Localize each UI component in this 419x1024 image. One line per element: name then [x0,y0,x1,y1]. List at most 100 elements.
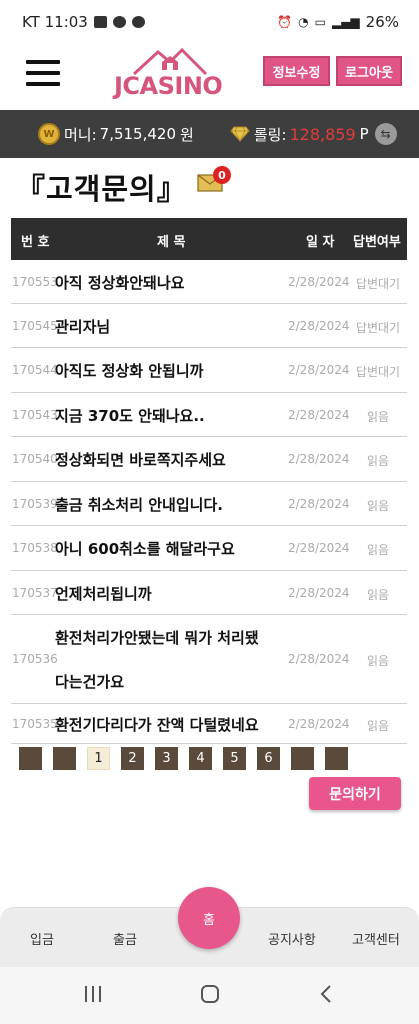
table-row[interactable]: 170535 환전기다리다가 잔액 다털렸네요 2/28/2024 읽음 [11,704,407,744]
row-date: 2/28/2024 [288,497,350,511]
battery-level: 26% [365,13,399,31]
row-status: 읽음 [366,719,390,733]
row-number: 170545 [12,319,58,333]
menu-icon[interactable] [26,60,62,88]
table-row[interactable]: 170539 출금 취소처리 안내입니다. 2/28/2024 읽음 [11,482,407,526]
logout-button[interactable]: 로그아웃 [336,56,402,86]
row-number: 170540 [12,452,58,466]
menu-icon-bar [26,71,60,75]
table-row[interactable]: 170536 환전처리가안됐는데 뭐가 처리됐 다는건가요 2/28/2024 … [11,615,407,704]
column-header-no: 번 호 [21,235,50,250]
table-row[interactable]: 170538 아니 600취소를 해달라구요 2/28/2024 읽음 [11,526,407,571]
row-number: 170535 [12,717,58,731]
unread-count-badge: 0 [213,166,231,184]
page-3[interactable]: 3 [155,747,178,770]
back-icon[interactable] [318,984,334,1004]
row-title[interactable]: 아니 600취소를 해달라구요 [55,538,235,559]
last-page-button[interactable] [325,747,348,770]
swap-icon[interactable]: ⇆ [374,123,397,145]
row-title-line1[interactable]: 환전처리가안됐는데 뭐가 처리됐 [55,627,259,648]
page-4[interactable]: 4 [189,747,212,770]
nav-home-button[interactable]: 홈 [178,887,240,949]
menu-icon-bar [26,82,60,86]
page-1[interactable]: 1 [87,747,110,770]
column-header-date: 일 자 [306,235,335,250]
row-date: 2/28/2024 [288,586,350,600]
row-number: 170544 [12,363,58,377]
row-title[interactable]: 아직도 정상화 안됩니까 [55,360,203,381]
money-value: 7,515,420 [99,125,176,143]
row-status: 답변대기 [355,321,401,335]
row-title[interactable]: 관리자님 [55,316,110,337]
recent-apps-icon[interactable] [82,984,104,1004]
row-date: 2/28/2024 [288,319,350,333]
rolling-value: 128,859 [289,124,356,144]
logo[interactable]: JCASINO [108,46,228,102]
row-number: 170539 [12,497,58,511]
money-label: 머니: [64,125,97,144]
row-date: 2/28/2024 [288,408,350,422]
coin-icon: W [38,123,60,145]
table-row[interactable]: 170540 정상화되면 바로쪽지주세요 2/28/2024 읽음 [11,437,407,482]
row-number: 170543 [12,408,58,422]
row-status: 읽음 [366,588,390,602]
nav-withdraw[interactable]: 출금 [113,929,137,948]
hd-icon: ▭ [314,15,326,29]
row-number: 170536 [12,652,58,666]
row-date: 2/28/2024 [288,717,350,731]
messenger-icon [131,16,145,28]
diamond-icon [230,126,250,142]
row-title[interactable]: 출금 취소처리 안내입니다. [55,494,223,515]
menu-icon-bar [26,60,60,64]
page-5[interactable]: 5 [223,747,246,770]
row-date: 2/28/2024 [288,363,350,377]
next-page-button[interactable] [291,747,314,770]
page-2[interactable]: 2 [121,747,144,770]
row-title[interactable]: 지금 370도 안돼나요.. [55,405,205,426]
pagination: 1 2 3 4 5 6 [19,747,348,770]
logo-text: JCASINO [114,72,223,100]
row-title[interactable]: 환전기다리다가 잔액 다털렸네요 [55,714,259,735]
row-date: 2/28/2024 [288,652,350,666]
first-page-button[interactable] [19,747,42,770]
system-nav-bar [0,967,419,1024]
row-title[interactable]: 아직 정상화안돼나요 [55,272,184,293]
row-date: 2/28/2024 [288,452,350,466]
prev-page-button[interactable] [53,747,76,770]
row-title[interactable]: 언제처리됩니까 [55,583,152,604]
row-title[interactable]: 정상화되면 바로쪽지주세요 [55,449,226,470]
edit-profile-button[interactable]: 정보수정 [263,56,330,86]
app-header: JCASINO 정보수정 로그아웃 [0,44,419,110]
page-6[interactable]: 6 [257,747,280,770]
status-bar-right: ⏰ ◔ ▭ ▂▄▆ 26% [277,13,399,31]
table-header: 번 호 제 목 일 자 답변여부 [11,218,407,260]
row-date: 2/28/2024 [288,275,350,289]
nav-support[interactable]: 고객센터 [352,929,400,948]
rolling-unit: P [359,125,369,143]
row-status: 읽음 [366,410,390,424]
gallery-icon [93,16,107,28]
row-status: 답변대기 [355,365,401,379]
row-status: 답변대기 [355,277,401,291]
home-system-icon[interactable] [199,984,221,1004]
row-status: 읽음 [366,654,390,668]
row-number: 170538 [12,541,58,555]
inquire-button[interactable]: 문의하기 [309,777,401,810]
alarm-icon: ⏰ [277,15,293,29]
status-bar: KT 11:03 ⏰ ◔ ▭ ▂▄▆ 26% [0,0,419,44]
table-row[interactable]: 170537 언제처리됩니까 2/28/2024 읽음 [11,571,407,615]
talk-icon [112,16,126,28]
table-row[interactable]: 170553 아직 정상화안돼나요 2/28/2024 답변대기 [11,260,407,304]
row-status: 읽음 [366,543,390,557]
nav-deposit[interactable]: 입금 [30,929,54,948]
row-title-line2[interactable]: 다는건가요 [55,671,124,692]
row-date: 2/28/2024 [288,541,350,555]
money-unit: 원 [180,125,194,144]
signal-icon: ▂▄▆ [331,15,360,29]
table-row[interactable]: 170544 아직도 정상화 안됩니까 2/28/2024 답변대기 [11,348,407,393]
table-row[interactable]: 170543 지금 370도 안돼나요.. 2/28/2024 읽음 [11,393,407,437]
rolling-label: 롤링: [253,125,287,144]
row-status: 읽음 [366,499,390,513]
nav-notice[interactable]: 공지사항 [268,929,316,948]
table-row[interactable]: 170545 관리자님 2/28/2024 답변대기 [11,304,407,348]
